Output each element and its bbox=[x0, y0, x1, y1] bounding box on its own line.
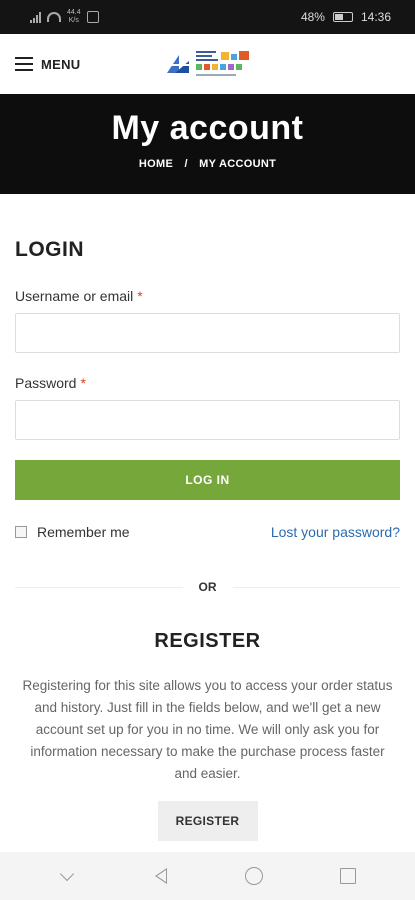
nav-back-button[interactable] bbox=[141, 856, 181, 896]
login-options: Remember me Lost your password? bbox=[15, 524, 400, 540]
divider-line bbox=[232, 586, 400, 588]
page-hero: My account HOME / MY ACCOUNT bbox=[0, 94, 415, 194]
nav-home-button[interactable] bbox=[234, 856, 274, 896]
username-input[interactable] bbox=[15, 313, 400, 353]
register-button[interactable]: REGISTER bbox=[157, 801, 258, 841]
nav-recents-button[interactable] bbox=[328, 856, 368, 896]
username-label: Username or email * bbox=[15, 288, 400, 304]
breadcrumb-separator: / bbox=[184, 158, 188, 170]
network-speed-unit: K/s bbox=[68, 17, 79, 24]
menu-button[interactable]: MENU bbox=[15, 57, 80, 72]
or-label: OR bbox=[198, 580, 217, 594]
chevron-down-icon bbox=[59, 866, 74, 881]
battery-percent: 48% bbox=[300, 10, 325, 24]
signal-icon bbox=[30, 11, 41, 23]
remember-me-label: Remember me bbox=[37, 524, 130, 540]
clock: 14:36 bbox=[360, 10, 391, 24]
status-left: 44.4 K/s bbox=[30, 9, 99, 25]
main-content: LOGIN Username or email * Password * LOG I… bbox=[0, 238, 415, 841]
login-button[interactable]: LOG IN bbox=[15, 460, 400, 500]
password-label-text: Password bbox=[15, 375, 77, 391]
password-input[interactable] bbox=[15, 400, 400, 440]
menu-label: MENU bbox=[41, 56, 81, 72]
password-label: Password * bbox=[15, 375, 400, 391]
network-speed-value: 44.4 bbox=[67, 9, 81, 16]
back-icon bbox=[154, 868, 167, 884]
login-heading: LOGIN bbox=[15, 238, 84, 261]
recents-icon bbox=[340, 868, 357, 884]
breadcrumb-home-link[interactable]: HOME bbox=[139, 158, 173, 170]
vibrate-icon bbox=[86, 11, 99, 23]
required-mark: * bbox=[137, 288, 143, 304]
site-header: MENU bbox=[0, 34, 415, 94]
site-logo[interactable] bbox=[165, 44, 253, 84]
lost-password-link[interactable]: Lost your password? bbox=[271, 524, 400, 540]
status-bar: 44.4 K/s 48% 14:36 bbox=[0, 0, 415, 34]
remember-me-checkbox[interactable] bbox=[15, 526, 27, 538]
logo-graphic-icon bbox=[196, 51, 249, 76]
register-description: Registering for this site allows you to … bbox=[22, 678, 393, 781]
logo-mark-icon bbox=[167, 55, 189, 73]
wifi-icon bbox=[47, 12, 61, 22]
status-right: 48% 14:36 bbox=[301, 10, 391, 24]
register-heading: REGISTER bbox=[154, 630, 261, 652]
page-title: My account bbox=[111, 109, 304, 147]
system-nav-bar bbox=[0, 852, 415, 900]
battery-icon bbox=[332, 12, 353, 22]
required-mark: * bbox=[80, 375, 86, 391]
breadcrumb-current: MY ACCOUNT bbox=[199, 158, 277, 170]
divider-line bbox=[15, 586, 183, 588]
or-divider: OR bbox=[15, 580, 400, 594]
breadcrumb: HOME / MY ACCOUNT bbox=[0, 158, 415, 170]
home-icon bbox=[245, 867, 264, 885]
username-label-text: Username or email bbox=[15, 288, 134, 304]
remember-me[interactable]: Remember me bbox=[15, 524, 130, 540]
network-speed: 44.4 K/s bbox=[67, 9, 81, 25]
hamburger-icon bbox=[15, 57, 33, 71]
nav-collapse-button[interactable] bbox=[47, 856, 87, 896]
